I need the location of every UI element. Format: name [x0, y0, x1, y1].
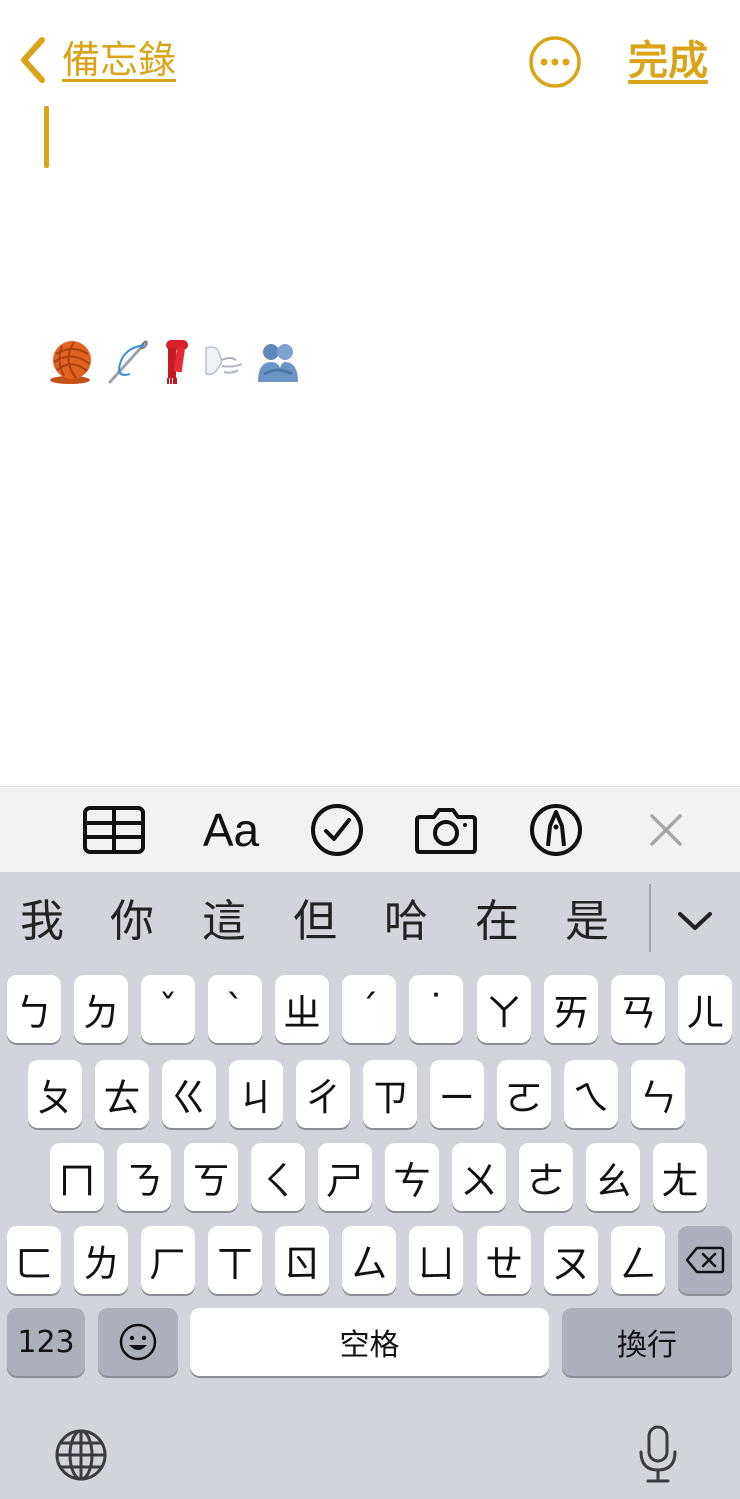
checkmark-circle-icon	[311, 804, 363, 856]
format-toolbar: Aa	[0, 786, 740, 872]
delete-key[interactable]	[678, 1226, 732, 1294]
key-s[interactable]: ㄙ	[342, 1226, 396, 1294]
key-b[interactable]: ㄅ	[7, 975, 61, 1043]
key-r[interactable]: ㄖ	[275, 1226, 329, 1294]
key-z[interactable]: ㄗ	[363, 1060, 417, 1128]
table-button[interactable]	[82, 801, 146, 859]
key-c[interactable]: ㄘ	[385, 1143, 439, 1211]
text-format-button[interactable]: Aa	[196, 801, 266, 859]
candidate-word[interactable]: 是	[565, 894, 609, 950]
key-an[interactable]: ㄢ	[611, 975, 665, 1043]
text-cursor	[44, 106, 49, 168]
more-options-icon[interactable]	[528, 35, 582, 89]
key-ai[interactable]: ㄞ	[544, 975, 598, 1043]
close-toolbar-button[interactable]	[634, 801, 698, 859]
table-icon	[83, 806, 145, 854]
candidate-word[interactable]: 我	[20, 894, 64, 950]
key-u[interactable]: ㄨ	[452, 1143, 506, 1211]
key-en[interactable]: ㄣ	[631, 1060, 685, 1128]
candidate-divider	[649, 884, 651, 952]
key-a[interactable]: ㄚ	[477, 975, 531, 1043]
key-sh[interactable]: ㄕ	[318, 1143, 372, 1211]
camera-button[interactable]	[414, 801, 478, 859]
key-f[interactable]: ㄈ	[7, 1226, 61, 1294]
close-icon	[650, 814, 682, 846]
threaded-needle-icon	[108, 340, 148, 384]
space-key[interactable]: 空格	[190, 1308, 549, 1376]
candidate-word[interactable]: 哈	[384, 894, 428, 950]
candidate-word[interactable]: 你	[110, 894, 154, 950]
microphone-icon[interactable]	[636, 1424, 680, 1486]
key-ei[interactable]: ㄟ	[564, 1060, 618, 1128]
pen-tip-circle-icon	[530, 804, 582, 856]
key-o[interactable]: ㄛ	[497, 1060, 551, 1128]
globe-icon[interactable]	[53, 1427, 109, 1483]
delete-backward-icon	[685, 1246, 725, 1274]
key-tone5[interactable]: ˙	[409, 975, 463, 1043]
return-key[interactable]: 換行	[562, 1308, 732, 1376]
key-m[interactable]: ㄇ	[50, 1143, 104, 1211]
wind-face-icon	[205, 346, 243, 376]
key-i[interactable]: ㄧ	[430, 1060, 484, 1128]
candidate-word[interactable]: 在	[475, 894, 519, 950]
key-tone4[interactable]: ˋ	[208, 975, 262, 1043]
numbers-key[interactable]: 123	[7, 1308, 85, 1376]
key-eh[interactable]: ㄝ	[477, 1226, 531, 1294]
key-d[interactable]: ㄉ	[74, 975, 128, 1043]
yarn-icon	[50, 341, 91, 384]
key-j[interactable]: ㄐ	[229, 1060, 283, 1128]
emoji-face-icon	[119, 1323, 157, 1361]
key-e[interactable]: ㄜ	[519, 1143, 573, 1211]
key-p[interactable]: ㄆ	[28, 1060, 82, 1128]
key-zh[interactable]: ㄓ	[275, 975, 329, 1043]
checklist-button[interactable]	[305, 801, 369, 859]
key-t[interactable]: ㄊ	[95, 1060, 149, 1128]
people-hugging-icon	[258, 344, 298, 382]
key-x[interactable]: ㄒ	[208, 1226, 262, 1294]
chevron-down-icon[interactable]	[668, 894, 722, 948]
scarf-icon	[166, 340, 188, 384]
keyboard: 我 你 這 但 哈 在 是 ㄅ ㄉ ˇ ˋ ㄓ ˊ ˙ ㄚ ㄞ ㄢ ㄦ ㄆ ㄊ …	[0, 872, 740, 1499]
key-tone3[interactable]: ˇ	[141, 975, 195, 1043]
camera-icon	[415, 808, 477, 854]
key-q[interactable]: ㄑ	[251, 1143, 305, 1211]
key-tone2[interactable]: ˊ	[342, 975, 396, 1043]
key-ao[interactable]: ㄠ	[586, 1143, 640, 1211]
key-ou[interactable]: ㄡ	[544, 1226, 598, 1294]
key-g[interactable]: ㄍ	[162, 1060, 216, 1128]
nav-bar: 備忘錄 完成	[0, 0, 740, 100]
key-n[interactable]: ㄋ	[117, 1143, 171, 1211]
key-k[interactable]: ㄎ	[184, 1143, 238, 1211]
key-ang[interactable]: ㄤ	[653, 1143, 707, 1211]
markup-button[interactable]	[524, 801, 588, 859]
candidate-word[interactable]: 但	[293, 894, 337, 950]
key-yu[interactable]: ㄩ	[409, 1226, 463, 1294]
chevron-left-icon	[21, 37, 45, 83]
done-button[interactable]: 完成	[628, 32, 708, 90]
key-l[interactable]: ㄌ	[74, 1226, 128, 1294]
candidate-bar: 我 你 這 但 哈 在 是	[0, 872, 740, 972]
key-h[interactable]: ㄏ	[141, 1226, 195, 1294]
emoji-sequence[interactable]	[48, 338, 302, 386]
candidate-word[interactable]: 這	[202, 894, 246, 950]
key-eng[interactable]: ㄥ	[611, 1226, 665, 1294]
back-button[interactable]: 備忘錄	[14, 32, 176, 88]
emoji-key[interactable]	[98, 1308, 178, 1376]
key-ch[interactable]: ㄔ	[296, 1060, 350, 1128]
back-button-label: 備忘錄	[62, 38, 177, 82]
key-er[interactable]: ㄦ	[678, 975, 732, 1043]
